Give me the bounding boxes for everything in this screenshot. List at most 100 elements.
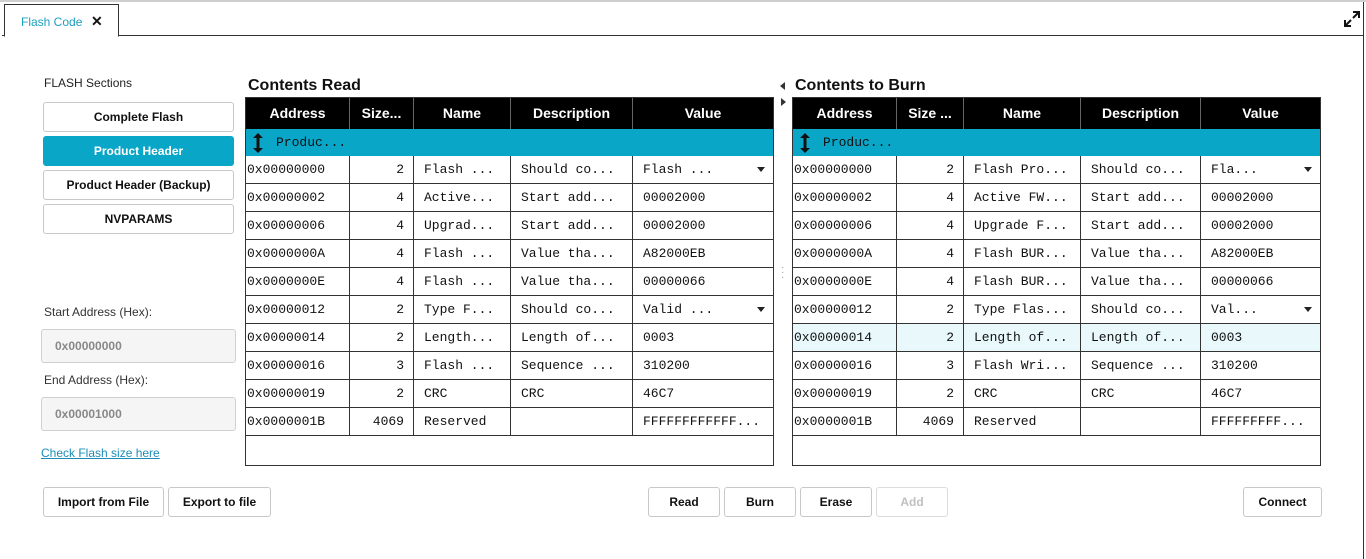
section-nvparams-button[interactable]: NVPARAMS	[43, 204, 234, 234]
close-icon[interactable]: ✕	[91, 13, 103, 30]
table-row[interactable]: 0x00000014 2 Length... Length of... 0003	[246, 324, 773, 352]
value-cell[interactable]: 46C7	[633, 380, 773, 407]
table-row[interactable]: 0x0000000E 4 Flash ... Value tha... 00000066	[246, 268, 773, 296]
value-cell[interactable]: 00002000	[633, 212, 773, 239]
read-button[interactable]: Read	[648, 487, 720, 517]
description-cell: Should co...	[511, 296, 633, 323]
table-row[interactable]: 0x00000012 2 Type F... Should co... Valid ..…	[246, 296, 773, 324]
value-cell[interactable]: 00000066	[633, 268, 773, 295]
table-row[interactable]: 0x00000014 2 Length of... Length of... 0003	[793, 324, 1320, 352]
end-address-input[interactable]: 0x00001000	[41, 397, 236, 431]
value-dropdown[interactable]: Val...	[1201, 296, 1320, 323]
check-flash-size-link[interactable]: Check Flash size here	[41, 446, 160, 460]
column-header-description[interactable]: Description	[511, 98, 633, 129]
value-cell[interactable]: FFFFFFFFFFFF...	[633, 408, 773, 435]
table-row[interactable]: 0x0000000E 4 Flash BUR... Value tha... 00000…	[793, 268, 1320, 296]
value-cell[interactable]: 0003	[1201, 324, 1320, 351]
size-cell: 4	[350, 212, 414, 239]
import-from-file-button[interactable]: Import from File	[43, 487, 164, 517]
contents-to-burn-grid: Address Size ... Name Description Value Produ…	[792, 97, 1321, 466]
group-row[interactable]: Produc...	[246, 129, 773, 156]
column-header-value[interactable]: Value	[1201, 98, 1320, 129]
name-cell: Active FW...	[964, 184, 1081, 211]
description-cell: Should co...	[511, 156, 633, 183]
start-address-input[interactable]: 0x00000000	[41, 329, 236, 363]
table-row[interactable]: 0x00000019 2 CRC CRC 46C7	[246, 380, 773, 408]
description-cell: Sequence ...	[1081, 352, 1201, 379]
description-cell: Value tha...	[1081, 240, 1201, 267]
collapse-left-icon[interactable]	[779, 81, 787, 91]
add-button[interactable]: Add	[876, 487, 948, 517]
value-dropdown[interactable]: Valid ...	[633, 296, 773, 323]
table-row[interactable]: 0x00000012 2 Type Flas... Should co... Val..…	[793, 296, 1320, 324]
table-row[interactable]: 0x00000000 2 Flash Pro... Should co... Fla..…	[793, 156, 1320, 184]
name-cell: CRC	[964, 380, 1081, 407]
value-cell[interactable]: A82000EB	[1201, 240, 1320, 267]
value-cell[interactable]: 310200	[1201, 352, 1320, 379]
value-cell[interactable]: 00000066	[1201, 268, 1320, 295]
value-dropdown[interactable]: Flash ...	[633, 156, 773, 183]
tab-bar: Flash Code ✕	[2, 2, 1364, 37]
contents-read-title: Contents Read	[248, 77, 361, 94]
section-product-header-button[interactable]: Product Header	[43, 136, 234, 166]
value-cell[interactable]: 46C7	[1201, 380, 1320, 407]
address-cell: 0x00000002	[793, 184, 897, 211]
address-cell: 0x0000000E	[793, 268, 897, 295]
connect-button[interactable]: Connect	[1243, 487, 1322, 517]
table-row[interactable]: 0x0000001B 4069 Reserved FFFFFFFFFFFF...	[246, 408, 773, 436]
name-cell: Type Flas...	[964, 296, 1081, 323]
description-cell: Start add...	[1081, 184, 1201, 211]
erase-button[interactable]: Erase	[800, 487, 872, 517]
address-cell: 0x0000000A	[246, 240, 350, 267]
table-row[interactable]: 0x00000016 3 Flash ... Sequence ... 310200	[246, 352, 773, 380]
table-row[interactable]: 0x00000019 2 CRC CRC 46C7	[793, 380, 1320, 408]
flash-sections-heading: FLASH Sections	[44, 76, 133, 90]
name-cell: CRC	[414, 380, 511, 407]
table-row[interactable]: 0x00000016 3 Flash Wri... Sequence ... 31020…	[793, 352, 1320, 380]
burn-button[interactable]: Burn	[724, 487, 796, 517]
address-cell: 0x00000000	[246, 156, 350, 183]
column-header-description[interactable]: Description	[1081, 98, 1201, 129]
expand-collapse-icon[interactable]	[252, 132, 264, 154]
column-header-size[interactable]: Size ...	[897, 98, 964, 129]
column-header-value[interactable]: Value	[633, 98, 773, 129]
column-header-name[interactable]: Name	[414, 98, 511, 129]
value-cell[interactable]: A82000EB	[633, 240, 773, 267]
export-to-file-button[interactable]: Export to file	[168, 487, 271, 517]
table-row[interactable]: 0x00000006 4 Upgrade F... Start add... 00002…	[793, 212, 1320, 240]
table-row[interactable]: 0x00000000 2 Flash ... Should co... Flash ..…	[246, 156, 773, 184]
window-right-border	[1363, 2, 1364, 559]
expand-icon[interactable]	[1343, 10, 1361, 28]
column-header-address[interactable]: Address	[793, 98, 897, 129]
value-cell[interactable]: 0003	[633, 324, 773, 351]
collapse-right-icon[interactable]	[779, 97, 787, 107]
address-cell: 0x00000016	[246, 352, 350, 379]
group-row[interactable]: Produc...	[793, 129, 1320, 156]
expand-collapse-icon[interactable]	[799, 132, 811, 154]
value-dropdown[interactable]: Fla...	[1201, 156, 1320, 183]
column-header-name[interactable]: Name	[964, 98, 1081, 129]
value-cell[interactable]: 00002000	[633, 184, 773, 211]
column-header-address[interactable]: Address	[246, 98, 350, 129]
name-cell: Reserved	[414, 408, 511, 435]
value-cell[interactable]: 310200	[633, 352, 773, 379]
tab-flash-code[interactable]: Flash Code ✕	[4, 4, 119, 37]
value-cell[interactable]: FFFFFFFFF...	[1201, 408, 1320, 435]
name-cell: Active...	[414, 184, 511, 211]
address-cell: 0x00000000	[793, 156, 897, 183]
table-row[interactable]: 0x0000000A 4 Flash ... Value tha... A82000EB	[246, 240, 773, 268]
section-complete-flash-button[interactable]: Complete Flash	[43, 102, 234, 132]
description-cell: CRC	[511, 380, 633, 407]
table-row[interactable]: 0x0000001B 4069 Reserved FFFFFFFFF...	[793, 408, 1320, 436]
table-row[interactable]: 0x00000006 4 Upgrad... Start add... 00002000	[246, 212, 773, 240]
description-cell: Start add...	[511, 212, 633, 239]
splitter-handle[interactable]: · · ·	[781, 263, 784, 283]
column-header-size[interactable]: Size...	[350, 98, 414, 129]
table-row[interactable]: 0x0000000A 4 Flash BUR... Value tha... A8200…	[793, 240, 1320, 268]
table-row[interactable]: 0x00000002 4 Active... Start add... 00002000	[246, 184, 773, 212]
value-cell[interactable]: 00002000	[1201, 184, 1320, 211]
table-row[interactable]: 0x00000002 4 Active FW... Start add... 00002…	[793, 184, 1320, 212]
name-cell: Reserved	[964, 408, 1081, 435]
value-cell[interactable]: 00002000	[1201, 212, 1320, 239]
section-product-header-backup-button[interactable]: Product Header (Backup)	[43, 170, 234, 200]
